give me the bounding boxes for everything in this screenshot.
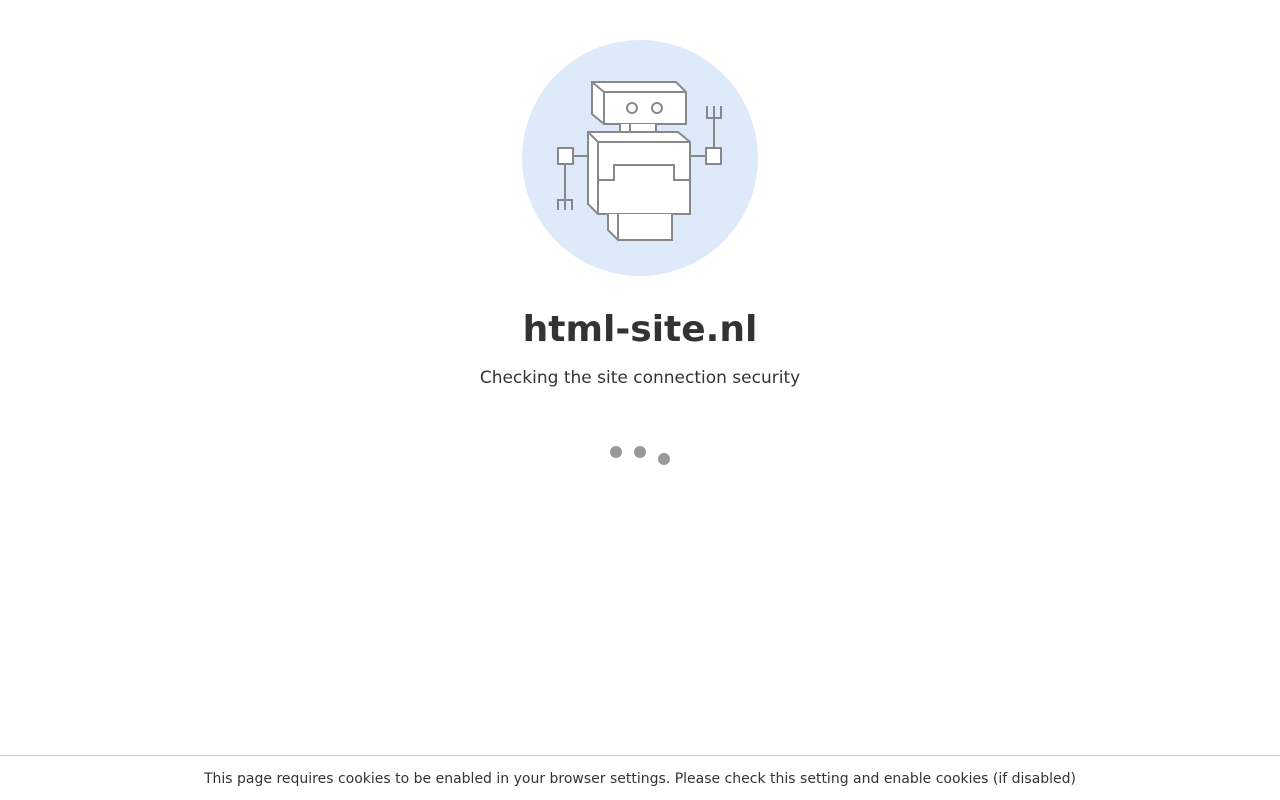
page: html-site.nl Checking the site connectio… xyxy=(0,0,1280,800)
robot-illustration xyxy=(522,40,758,276)
cookie-notice-text: This page requires cookies to be enabled… xyxy=(203,771,1077,787)
robot-icon xyxy=(557,81,722,241)
site-title: html-site.nl xyxy=(522,309,758,350)
loading-dot xyxy=(658,453,670,465)
loading-dot xyxy=(610,446,622,458)
loading-dot xyxy=(634,446,646,458)
status-text: Checking the site connection security xyxy=(479,368,801,388)
loading-indicator xyxy=(0,440,1280,470)
cookie-notice-bar: This page requires cookies to be enabled… xyxy=(0,755,1280,800)
